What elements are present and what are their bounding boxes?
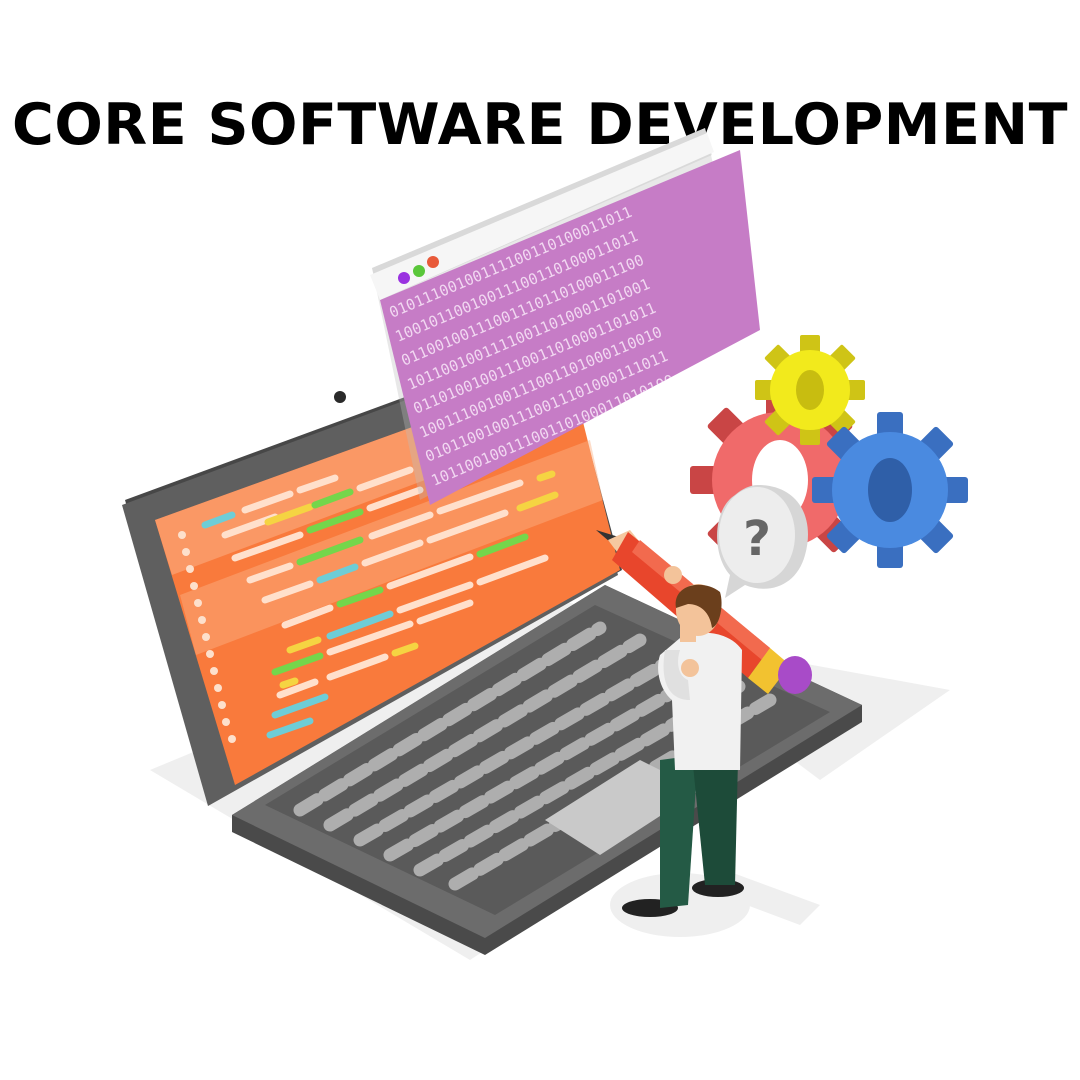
illustration: 01011100100111100110100011011 1001011001… xyxy=(122,128,968,960)
window-dot-purple xyxy=(398,272,410,284)
question-mark-icon: ? xyxy=(743,511,771,567)
gear-blue-icon xyxy=(812,412,968,568)
webcam-icon xyxy=(334,391,346,403)
window-dot-red xyxy=(427,256,439,268)
gear-yellow-icon xyxy=(755,335,865,445)
question-bubble: ? xyxy=(717,485,808,598)
window-dot-green xyxy=(413,265,425,277)
